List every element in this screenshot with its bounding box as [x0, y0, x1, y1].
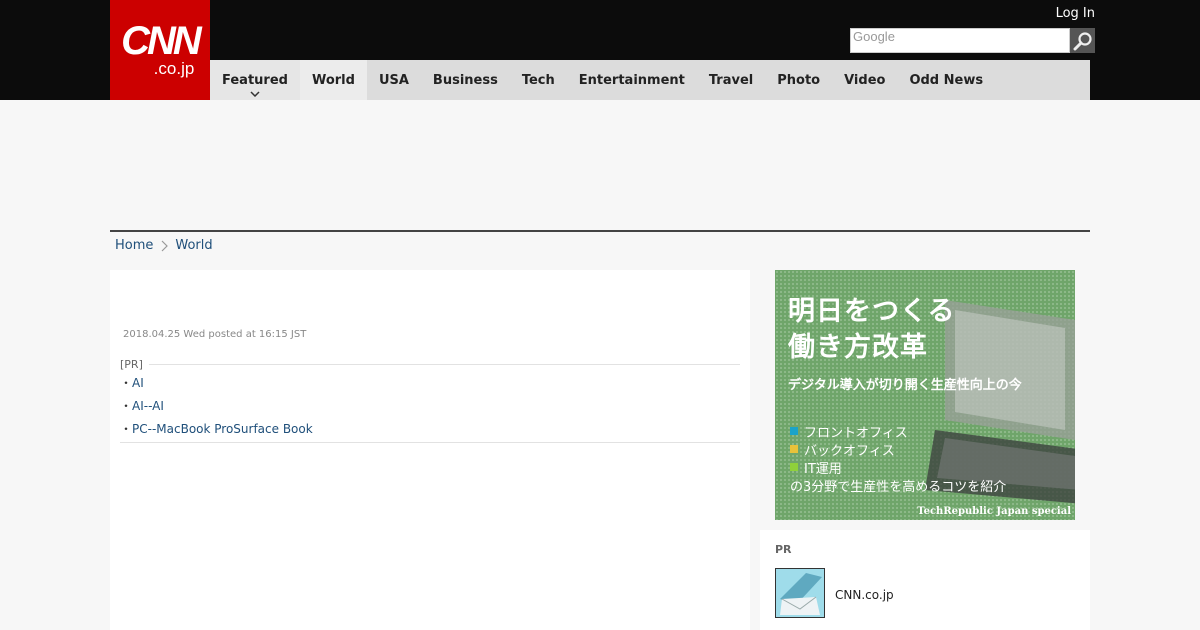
pr-thumbnail[interactable] [775, 568, 825, 618]
search-icon [1073, 31, 1092, 50]
cnn-logo[interactable]: CNN .co.jp [110, 0, 210, 100]
ad-headline: 明日をつくる 働き方改革 [788, 294, 955, 366]
nav-item-business[interactable]: Business [421, 60, 510, 100]
list-item: IT運用 [790, 458, 908, 477]
bullet-icon: ・ [120, 376, 133, 390]
ad-headline-line2: 働き方改革 [788, 332, 928, 363]
ad-subheading: デジタル導入が切り開く生産性向上の今 [788, 378, 1022, 393]
breadcrumb: Home World [115, 238, 213, 253]
ad-feature-label: バックオフィス [804, 443, 895, 459]
list-item: バックオフィス [790, 440, 908, 459]
nav-item-usa[interactable]: USA [367, 60, 421, 100]
chevron-down-icon [250, 91, 260, 97]
ad-headline-line1: 明日をつくる [788, 296, 956, 327]
list-item: ・ PC--MacBook ProSurface Book [120, 417, 740, 440]
nav-item-featured[interactable]: Featured [210, 60, 300, 100]
bullet-icon: ・ [120, 399, 133, 413]
bullet-icon: ・ [120, 422, 133, 436]
logo-domain: .co.jp [153, 59, 195, 78]
sidebar-pr-link[interactable]: CNN.co.jp [835, 588, 894, 602]
ad-feature-label: IT運用 [804, 461, 842, 477]
ad-feature-label: フロントオフィス [804, 425, 908, 441]
square-bullet-icon [790, 445, 798, 453]
nav-item-odd-news[interactable]: Odd News [897, 60, 995, 100]
pr-link[interactable]: AI--AI [132, 399, 164, 413]
pr-link[interactable]: AI [132, 376, 144, 390]
square-bullet-icon [790, 463, 798, 471]
search-button[interactable] [1070, 28, 1095, 53]
nav-item-photo[interactable]: Photo [765, 60, 832, 100]
pr-link[interactable]: PC--MacBook ProSurface Book [132, 422, 313, 436]
list-item: ・ AI [120, 371, 740, 394]
ad-feature-list: フロントオフィス バックオフィス IT運用 [790, 422, 908, 477]
pr-divider-bottom [120, 442, 740, 443]
ad-footer-text: の3分野で生産性を高めるコツを紹介 [790, 480, 1007, 495]
article-dateline: 2018.04.25 Wed posted at 16:15 JST [123, 329, 307, 340]
nav-item-video[interactable]: Video [832, 60, 897, 100]
nav-item-world[interactable]: World [299, 60, 367, 100]
sidebar-pr-title: PR [775, 543, 792, 556]
square-bullet-icon [790, 427, 798, 435]
article-panel: 2018.04.25 Wed posted at 16:15 JST [PR] … [110, 270, 750, 630]
sidebar-pr-box: PR CNN.co.jp [760, 530, 1090, 630]
login-link[interactable]: Log In [1056, 6, 1095, 21]
chevron-right-icon [161, 240, 169, 251]
breadcrumb-world[interactable]: World [175, 238, 212, 253]
pr-section-header: [PR] [120, 358, 740, 371]
pr-heading: [PR] [120, 358, 143, 371]
nav-item-travel[interactable]: Travel [697, 60, 765, 100]
sidebar-ad-banner[interactable]: 明日をつくる 働き方改革 デジタル導入が切り開く生産性向上の今 フロントオフィス… [775, 270, 1075, 520]
pr-link-list: ・ AI ・ AI--AI ・ PC--MacBook ProSurface Book [120, 371, 740, 440]
ad-brand: TechRepublic Japan special [917, 506, 1071, 517]
search-input[interactable]: Google [850, 28, 1070, 53]
logo-wordmark: CNN [121, 19, 202, 63]
nav-item-tech[interactable]: Tech [510, 60, 567, 100]
envelope-laptop-icon [776, 569, 824, 617]
list-item: ・ AI--AI [120, 394, 740, 417]
main-nav: Featured World USA Business Tech Enterta… [210, 60, 1090, 100]
list-item: フロントオフィス [790, 422, 908, 441]
breadcrumb-home[interactable]: Home [115, 238, 153, 253]
breadcrumb-divider [110, 230, 1090, 232]
nav-item-entertainment[interactable]: Entertainment [567, 60, 697, 100]
pr-divider [148, 364, 740, 365]
nav-label: Featured [222, 72, 288, 88]
